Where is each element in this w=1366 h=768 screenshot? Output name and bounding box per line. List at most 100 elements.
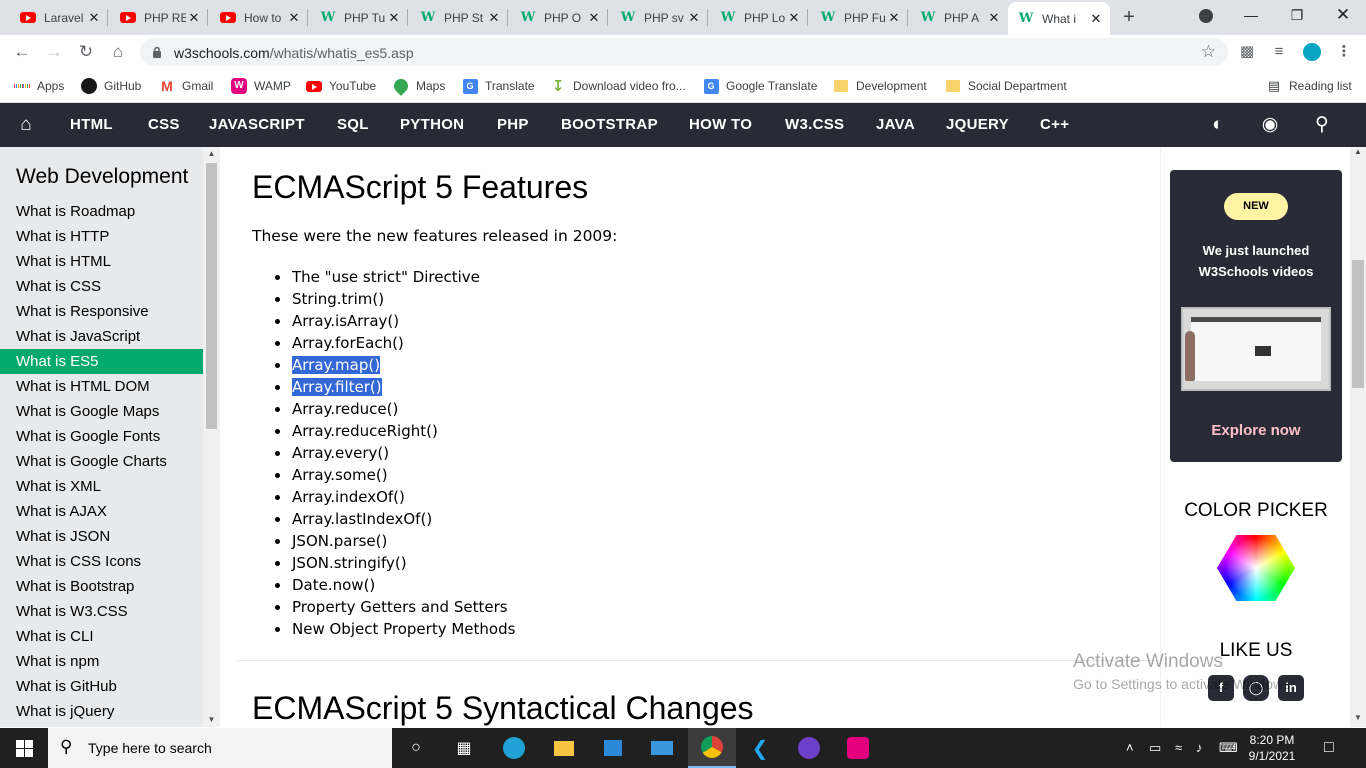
nav-css[interactable]: CSS (148, 103, 180, 147)
wifi-icon[interactable]: ≈ (1175, 728, 1182, 768)
bookmark-gmail[interactable]: M Gmail (159, 77, 213, 95)
forward-button[interactable]: → (41, 39, 67, 65)
sidebar-link[interactable]: What is Google Charts (0, 449, 203, 474)
close-tab-icon[interactable]: ✕ (1088, 11, 1104, 27)
sidebar-link[interactable]: What is HTML DOM (0, 374, 203, 399)
sidebar-link[interactable]: What is JSON (0, 524, 203, 549)
back-button[interactable]: ← (9, 39, 35, 65)
edge-icon[interactable] (490, 728, 538, 768)
mail-icon[interactable] (638, 728, 686, 768)
nav-jquery[interactable]: JQUERY (946, 103, 1009, 147)
extensions-puzzle-icon[interactable]: ▩ (1234, 39, 1260, 65)
close-tab-icon[interactable]: ✕ (386, 10, 402, 26)
sidebar-link[interactable]: What is Google Maps (0, 399, 203, 424)
close-tab-icon[interactable]: ✕ (786, 10, 802, 26)
address-bar[interactable]: w3schools.com/whatis/whatis_es5.asp ☆ (140, 38, 1228, 66)
close-tab-icon[interactable]: ✕ (986, 10, 1002, 26)
reload-button[interactable]: ↻ (73, 39, 99, 65)
sidebar-link[interactable]: What is HTTP (0, 224, 203, 249)
show-hidden-icons-chevron-icon[interactable]: ˄ (1126, 728, 1134, 768)
close-tab-icon[interactable]: ✕ (486, 10, 502, 26)
new-tab-button[interactable]: + (1118, 6, 1140, 28)
close-tab-icon[interactable]: ✕ (86, 10, 102, 26)
close-tab-icon[interactable]: ✕ (286, 10, 302, 26)
github-desktop-icon[interactable] (785, 728, 833, 768)
home-icon[interactable]: ⌂ (6, 103, 46, 147)
bookmark-star-icon[interactable]: ☆ (1201, 42, 1216, 62)
sidebar-link[interactable]: What is Bootstrap (0, 574, 203, 599)
minimize-button[interactable]: — (1228, 0, 1274, 32)
home-button[interactable]: ⌂ (105, 39, 131, 65)
browser-tab[interactable]: W What i ✕ (1008, 2, 1110, 35)
sidebar-link[interactable]: What is npm (0, 649, 203, 674)
color-picker-hexagon-icon[interactable] (1217, 535, 1295, 601)
keyboard-icon[interactable]: ⌨ (1219, 728, 1238, 768)
nav-html[interactable]: HTML (70, 103, 113, 147)
scroll-up-arrow-icon[interactable]: ▲ (203, 147, 220, 161)
chrome-icon[interactable] (688, 728, 736, 768)
sidebar-scrollbar[interactable]: ▲ ▼ (203, 147, 220, 727)
nav-how-to[interactable]: HOW TO (689, 103, 752, 147)
nav-w3css[interactable]: W3.CSS (785, 103, 844, 147)
browser-tab[interactable]: W PHP sv ✕ (610, 0, 708, 35)
scroll-up-arrow-icon[interactable]: ▲ (1350, 147, 1366, 156)
taskbar-search-box[interactable]: ⚲ Type here to search (48, 728, 392, 768)
search-icon[interactable]: ⚲ (1302, 103, 1342, 147)
browser-tab[interactable]: W PHP Fu ✕ (810, 0, 908, 35)
close-tab-icon[interactable]: ✕ (886, 10, 902, 26)
bookmark-folder-development[interactable]: Development (833, 77, 927, 95)
sidebar-link[interactable]: What is W3.CSS (0, 599, 203, 624)
browser-tab[interactable]: W PHP St ✕ (410, 0, 508, 35)
sidebar-link[interactable]: What is Responsive (0, 299, 203, 324)
task-view-icon[interactable]: ▦ (440, 728, 488, 768)
bookmark-folder-social-department[interactable]: Social Department (945, 77, 1067, 95)
browser-tab[interactable]: Laravel ✕ (10, 0, 108, 35)
tab-search-button[interactable] (1183, 0, 1229, 32)
reading-list-button[interactable]: ▤ Reading list (1266, 77, 1352, 95)
media-control-icon[interactable]: ≡ (1266, 39, 1292, 65)
page-scroll-thumb[interactable] (1352, 260, 1364, 388)
dark-mode-toggle-icon[interactable]: ◐ (1198, 103, 1238, 147)
sidebar-link[interactable]: What is jQuery (0, 699, 203, 724)
bookmark-download-video[interactable]: ↧ Download video fro... (550, 77, 686, 95)
page-scrollbar[interactable]: ▲ ▼ (1350, 147, 1366, 727)
browser-tab[interactable]: How to ✕ (210, 0, 308, 35)
scroll-down-arrow-icon[interactable]: ▼ (1350, 713, 1366, 722)
battery-icon[interactable]: ▭ (1149, 728, 1161, 768)
file-explorer-icon[interactable] (540, 728, 588, 768)
bookmark-translate[interactable]: G Translate (462, 77, 535, 95)
maximize-button[interactable]: ❐ (1274, 0, 1320, 32)
nav-bootstrap[interactable]: BOOTSTRAP (561, 103, 658, 147)
bookmark-wamp[interactable]: W WAMP (231, 77, 291, 95)
video-promo-card[interactable]: NEW We just launched W3Schools videos Ex… (1170, 170, 1342, 462)
sidebar-link[interactable]: What is Google Fonts (0, 424, 203, 449)
more-menu-icon[interactable]: ⋮ (1331, 39, 1357, 65)
nav-python[interactable]: PYTHON (400, 103, 464, 147)
browser-tab[interactable]: W PHP Lo ✕ (710, 0, 808, 35)
globe-icon[interactable]: ◉ (1250, 103, 1290, 147)
volume-icon[interactable]: ♪ (1196, 728, 1203, 768)
browser-tab[interactable]: PHP RE ✕ (110, 0, 208, 35)
nav-cpp[interactable]: C++ (1040, 103, 1069, 147)
bookmark-apps[interactable]: Apps (14, 77, 64, 95)
nav-sql[interactable]: SQL (337, 103, 369, 147)
close-tab-icon[interactable]: ✕ (186, 10, 202, 26)
close-window-button[interactable]: ✕ (1320, 0, 1366, 32)
wamp-server-icon[interactable] (834, 728, 882, 768)
explore-now-link[interactable]: Explore now (1170, 422, 1342, 439)
sidebar-scroll-thumb[interactable] (206, 163, 217, 429)
bookmark-youtube[interactable]: YouTube (306, 77, 376, 95)
sidebar-link[interactable]: What is AJAX (0, 499, 203, 524)
cortana-icon[interactable]: ○ (392, 728, 440, 768)
notifications-icon[interactable]: □ (1324, 728, 1334, 768)
taskbar-clock[interactable]: 8:20 PM 9/1/2021 (1238, 732, 1306, 764)
bookmark-github[interactable]: GitHub (81, 77, 141, 95)
sidebar-link[interactable]: What is XML (0, 474, 203, 499)
close-tab-icon[interactable]: ✕ (586, 10, 602, 26)
sidebar-link[interactable]: What is Roadmap (0, 199, 203, 224)
vscode-icon[interactable]: ❮ (736, 728, 784, 768)
browser-tab[interactable]: W PHP Tu ✕ (310, 0, 408, 35)
scroll-down-arrow-icon[interactable]: ▼ (203, 713, 220, 727)
sidebar-link[interactable]: What is CSS (0, 274, 203, 299)
sidebar-link[interactable]: What is CLI (0, 624, 203, 649)
